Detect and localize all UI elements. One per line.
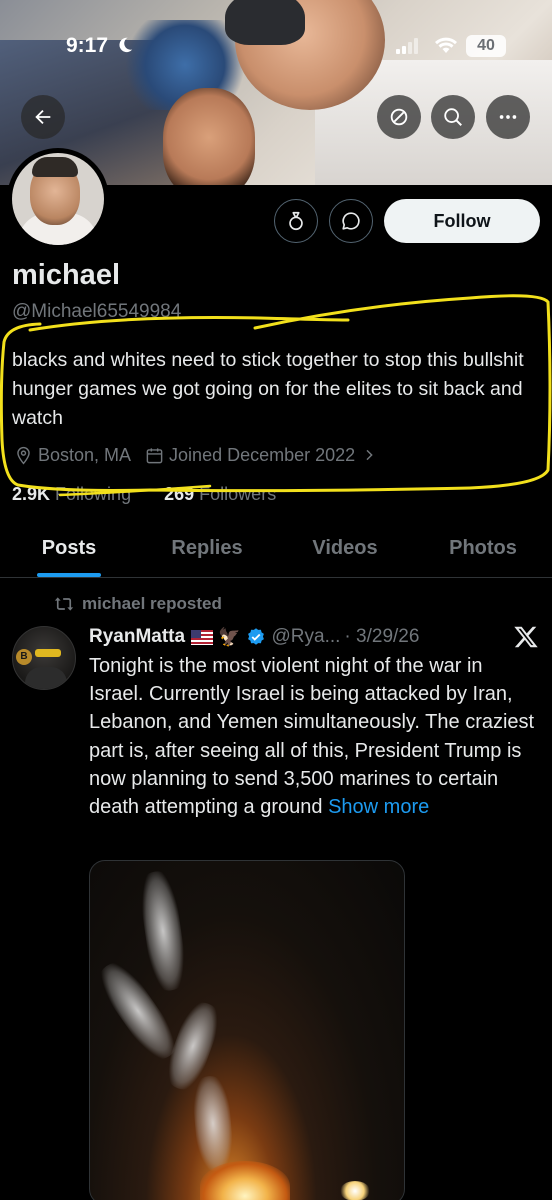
post-date[interactable]: · 3/29/26 (344, 626, 419, 648)
profile-tabs: Posts Replies Videos Photos (0, 522, 552, 578)
following-link[interactable]: 2.9K Following (12, 484, 145, 504)
profile-bio: blacks and whites need to stick together… (12, 349, 524, 429)
chevron-right-icon (366, 449, 373, 461)
show-more-link[interactable]: Show more (328, 796, 429, 818)
tab-photos[interactable]: Photos (414, 522, 552, 577)
location: Boston, MA (14, 445, 131, 466)
status-time: 9:17 (66, 34, 109, 57)
more-button[interactable] (486, 95, 530, 139)
repost-label: michael reposted (82, 594, 222, 613)
followers-count: 269 (164, 484, 195, 504)
avatar-photo-detail (32, 157, 78, 177)
tab-posts[interactable]: Posts (0, 522, 138, 577)
message-button[interactable] (329, 199, 373, 243)
message-icon (342, 212, 360, 230)
follow-button[interactable]: Follow (384, 199, 540, 243)
back-button[interactable] (21, 95, 65, 139)
following-count: 2.9K (12, 484, 51, 504)
post-author-name[interactable]: RyanMatta (89, 626, 185, 648)
x-logo-icon[interactable] (513, 624, 539, 650)
gift-icon (289, 211, 303, 231)
post-author-avatar[interactable]: B (12, 626, 76, 690)
media-detail (200, 1161, 290, 1200)
tab-videos[interactable]: Videos (276, 522, 414, 577)
avatar-photo (12, 153, 104, 245)
location-icon (17, 446, 30, 464)
eagle-icon: 🦅 (218, 626, 241, 647)
tab-replies[interactable]: Replies (138, 522, 276, 577)
followers-label: Followers (199, 484, 277, 504)
us-flag-icon (191, 629, 214, 645)
media-detail (190, 1074, 236, 1173)
ban-icon (390, 108, 408, 126)
location-text: Boston, MA (38, 444, 132, 465)
calendar-icon (146, 447, 163, 463)
profile-meta: Boston, MA Joined December 2022 (14, 443, 396, 467)
avatar-photo-detail (25, 667, 67, 689)
more-icon (499, 115, 517, 119)
signal-icon (396, 38, 418, 54)
followers-link[interactable]: 269 Followers (164, 484, 290, 504)
banner-photo-detail (163, 88, 255, 185)
back-arrow-icon (35, 109, 51, 125)
following-label: Following (55, 484, 132, 504)
verified-icon (247, 628, 264, 645)
search-button[interactable] (431, 95, 475, 139)
repost-icon (54, 597, 74, 611)
battery-indicator: 40 (466, 35, 506, 57)
avatar-photo-detail (35, 649, 61, 657)
bitcoin-icon: B (16, 649, 32, 665)
joined-date[interactable]: Joined December 2022 (145, 445, 382, 466)
post-body: Tonight is the most violent night of the… (89, 652, 539, 821)
joined-text: Joined December 2022 (169, 444, 356, 465)
follow-stats: 2.9K Following 269 Followers (12, 484, 304, 505)
search-icon (444, 108, 462, 126)
profile-handle: @Michael65549984 (12, 301, 182, 322)
wifi-icon (435, 37, 457, 53)
media-detail (136, 869, 190, 993)
profile-avatar[interactable] (7, 148, 109, 250)
block-button[interactable] (377, 95, 421, 139)
post-header: RyanMatta 🦅 @Rya... · 3/29/26 (89, 623, 419, 651)
profile-name: michael (12, 259, 120, 291)
media-detail (340, 1181, 370, 1200)
post-text: Tonight is the most violent night of the… (89, 655, 535, 819)
repost-indicator: michael reposted (54, 594, 222, 614)
status-bar: 9:17 40 (0, 28, 552, 68)
post-author-handle[interactable]: @Rya... (272, 626, 341, 648)
tip-button[interactable] (274, 199, 318, 243)
moon-icon (119, 37, 133, 53)
post-media-video[interactable] (89, 860, 405, 1200)
